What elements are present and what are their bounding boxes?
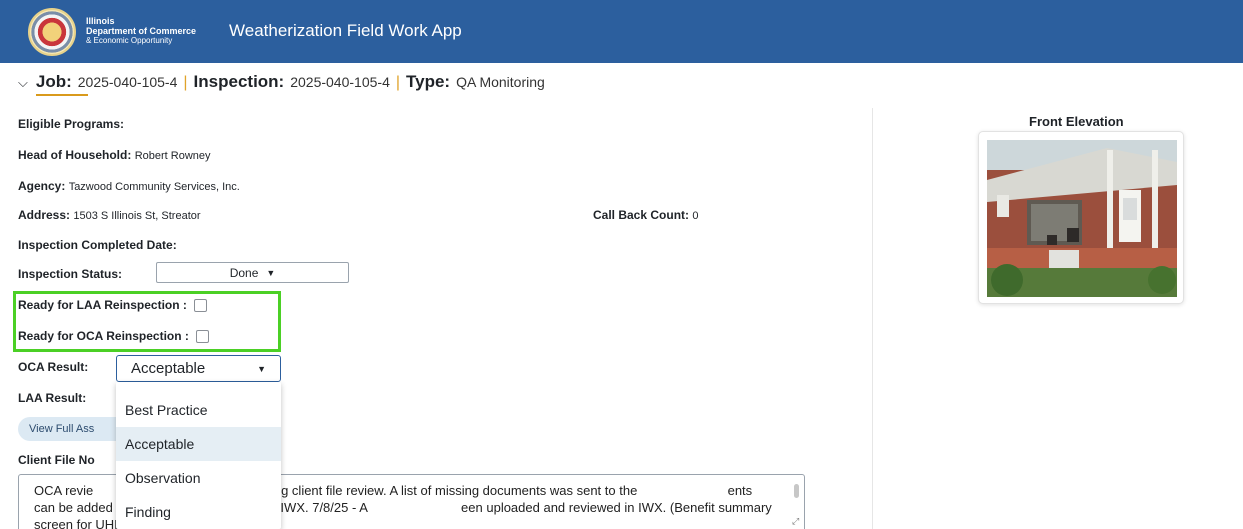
laa-result-label: LAA Result: [18,391,87,405]
header-separator: | [183,74,188,91]
textarea-resize-icon[interactable]: ⤢ [792,516,799,527]
oca-result-row: OCA Result: [18,360,88,374]
head-of-household-row: Head of Household: Robert Rowney [18,148,211,162]
address-row: Address: 1503 S Illinois St, Streator [18,208,201,222]
inspection-completed-row: Inspection Completed Date: [18,238,177,252]
header-separator: | [395,74,401,91]
job-value: 2025-040-105-4 [77,74,178,90]
caret-down-icon: ▼ [257,363,266,374]
oca-result-select[interactable]: Acceptable ▼ [116,355,281,382]
laa-reinspection-checkbox[interactable] [194,299,208,313]
job-label-underline [36,94,88,96]
eligible-programs-label: Eligible Programs: [18,117,125,131]
logo-line-3: & Economic Opportunity [86,36,173,45]
inspection-status-label: Inspection Status: [18,267,123,281]
eligible-programs-row: Eligible Programs: [18,117,124,131]
job-label: Job: [35,72,72,91]
collapse-chevron-icon[interactable]: ⌵ [18,75,28,91]
call-back-count-row: Call Back Count: 0 [593,208,698,222]
call-back-count-value: 0 [692,210,699,222]
address-label: Address: [18,208,71,222]
inspection-completed-label: Inspection Completed Date: [18,238,177,252]
dceo-seal-logo [28,8,76,56]
type-label: Type: [406,72,451,91]
app-title: Weatherization Field Work App [229,21,462,40]
head-of-household-value: Robert Rowney [134,150,211,162]
house-photo-illustration [987,140,1177,297]
inspection-label: Inspection: [193,72,285,91]
oca-result-label: OCA Result: [18,360,89,374]
top-app-bar: Illinois Department of Commerce & Econom… [0,0,1243,63]
client-file-notes-row: Client File No [18,453,95,467]
laa-reinspection-label: Ready for LAA Reinspection : [18,298,187,312]
agency-row: Agency: Tazwood Community Services, Inc. [18,179,240,193]
laa-result-row: LAA Result: [18,391,86,405]
dropdown-option-best-practice[interactable]: Best Practice [116,393,281,427]
oca-reinspection-checkbox[interactable] [196,330,210,344]
inspection-value: 2025-040-105-4 [290,74,390,90]
address-value: 1503 S Illinois St, Streator [73,210,201,222]
front-elevation-title: Front Elevation [1029,114,1124,129]
job-header: ⌵ Job: 2025-040-105-4 | Inspection: 2025… [18,72,545,96]
dropdown-option-finding[interactable]: Finding [116,495,281,529]
view-full-assessment-button[interactable]: View Full Ass [18,417,128,441]
inspection-status-select[interactable]: Done ▼ [156,262,349,283]
agency-value: Tazwood Community Services, Inc. [68,181,240,193]
client-file-notes-label: Client File No [18,453,95,467]
inspection-status-row: Inspection Status: [18,267,122,281]
caret-down-icon: ▼ [266,267,276,278]
front-elevation-card[interactable] [978,131,1184,304]
laa-reinspection-row: Ready for LAA Reinspection : [18,298,208,313]
head-of-household-label: Head of Household: [18,148,132,162]
dceo-logo-text: Illinois Department of Commerce & Econom… [86,16,196,46]
dropdown-option-acceptable[interactable]: Acceptable [116,427,281,461]
dropdown-option-observation[interactable]: Observation [116,461,281,495]
notes-scrollbar-thumb[interactable] [794,484,799,498]
oca-result-dropdown: Best Practice Acceptable Observation Fin… [116,382,281,529]
logo-line-2: Department of Commerce [86,26,197,36]
inspection-status-value: Done [229,265,259,280]
call-back-count-label: Call Back Count: [593,208,690,222]
oca-reinspection-row: Ready for OCA Reinspection : [18,329,210,344]
logo-line-1: Illinois [86,16,115,26]
panel-divider [872,108,873,529]
type-value: QA Monitoring [456,74,545,90]
oca-reinspection-label: Ready for OCA Reinspection : [18,329,189,343]
view-full-assessment-label: View Full Ass [29,423,95,435]
agency-label: Agency: [18,179,66,193]
oca-result-value: Acceptable [131,360,206,377]
front-elevation-photo[interactable] [987,140,1177,297]
